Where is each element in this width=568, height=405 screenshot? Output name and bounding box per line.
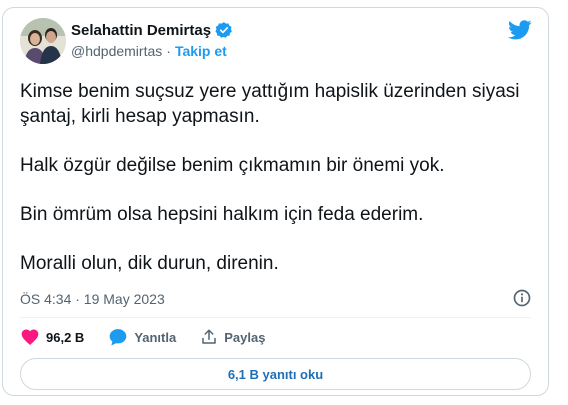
tweet-card: Selahattin Demirtaş @hdpdemirtas · Takip… (2, 7, 549, 396)
like-count: 96,2 B (46, 329, 85, 345)
reply-label: Yanıtla (134, 329, 177, 345)
follow-button[interactable]: Takip et (175, 43, 227, 59)
tweet-paragraph: Moralli olun, dik durun, direnin. (20, 252, 279, 274)
author-handle[interactable]: @hdpdemirtas (71, 43, 162, 59)
avatar-photo (20, 18, 66, 64)
divider (20, 317, 531, 318)
verified-badge-icon (215, 22, 232, 38)
author-name-row: Selahattin Demirtaş (71, 21, 233, 39)
author-name[interactable]: Selahattin Demirtaş (71, 22, 211, 39)
handle-row: @hdpdemirtas · Takip et (71, 43, 227, 59)
tweet-timestamp[interactable]: ÖS 4:34 · 19 May 2023 (20, 291, 165, 307)
reply-bubble-icon (109, 329, 127, 346)
tweet-text: Kimse benim suçsuz yere yattığım hapisli… (20, 80, 535, 301)
read-replies-button[interactable]: 6,1 B yanıtı oku (20, 358, 531, 390)
share-label: Paylaş (224, 329, 266, 345)
heart-icon (21, 329, 39, 345)
tweet-paragraph: Kimse benim suçsuz yere yattığım hapisli… (20, 81, 520, 127)
share-button[interactable]: Paylaş (200, 328, 265, 346)
share-icon (202, 329, 216, 344)
tweet-paragraph: Bin ömrüm olsa hepsini halkım için feda … (20, 203, 424, 225)
avatar[interactable] (20, 18, 66, 64)
twitter-bird-icon[interactable] (508, 20, 532, 40)
separator-dot: · (166, 43, 171, 59)
reply-button[interactable]: Yanıtla (108, 327, 176, 347)
action-bar: 96,2 B Yanıtla Paylaş (20, 322, 289, 352)
like-button[interactable]: 96,2 B (20, 327, 84, 347)
tweet-paragraph: Halk özgür değilse benim çıkmamın bir ön… (20, 154, 445, 176)
info-icon[interactable] (512, 288, 532, 308)
